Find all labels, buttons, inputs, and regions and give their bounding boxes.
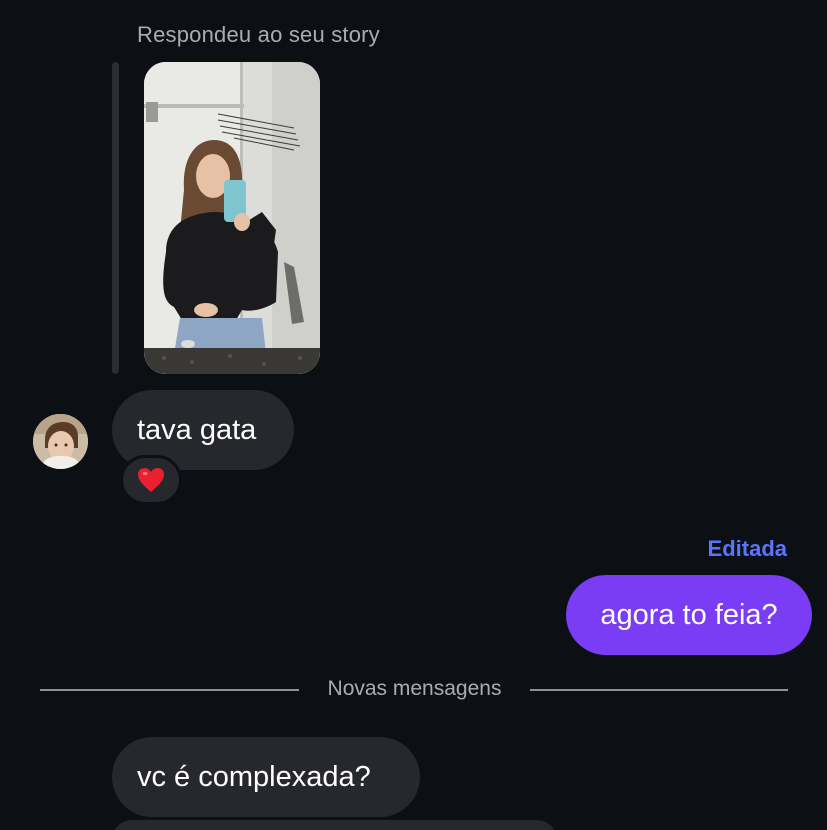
- avatar-image: [33, 414, 88, 469]
- message-bubble-incoming-partial[interactable]: [112, 820, 557, 830]
- story-image: [144, 62, 320, 374]
- sender-avatar[interactable]: [33, 414, 88, 469]
- message-text: vc é complexada?: [137, 760, 371, 793]
- message-text: tava gata: [137, 413, 257, 446]
- heart-reaction[interactable]: [120, 455, 182, 505]
- story-thumbnail[interactable]: [144, 62, 320, 374]
- message-bubble-outgoing[interactable]: agora to feia?: [566, 575, 812, 655]
- message-bubble-incoming[interactable]: vc é complexada?: [112, 737, 420, 817]
- message-text: agora to feia?: [600, 598, 778, 631]
- divider-line-right: [530, 689, 788, 691]
- new-messages-divider: Novas mensagens: [327, 677, 502, 700]
- heart-icon: [138, 468, 164, 492]
- story-reply-caption: Respondeu ao seu story: [137, 22, 380, 47]
- chat-thread: Respondeu ao seu story tava gata Editada…: [0, 0, 827, 830]
- reply-indicator-bar: [112, 62, 119, 374]
- divider-line-left: [40, 689, 299, 691]
- edited-label: Editada: [707, 536, 787, 561]
